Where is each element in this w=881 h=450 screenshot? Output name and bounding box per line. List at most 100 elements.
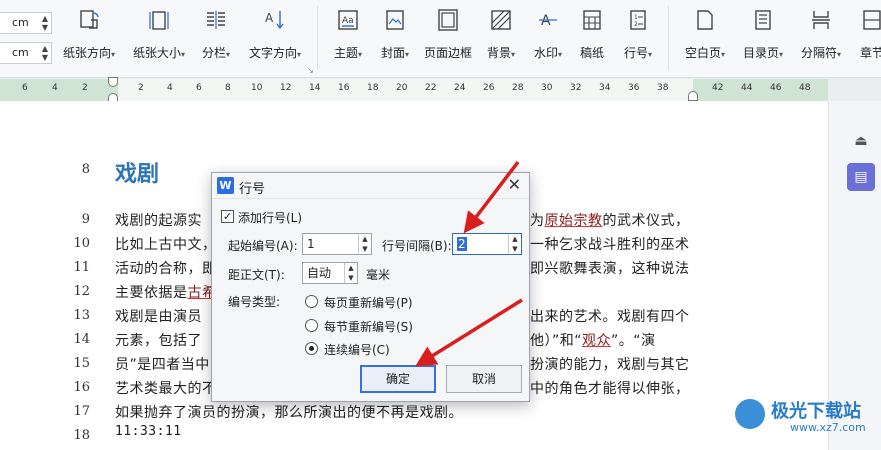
ruler-tick-label: 26 <box>483 83 495 93</box>
line-number: 16 <box>73 380 90 395</box>
svg-text:Aa: Aa <box>342 16 354 26</box>
text-direction-button[interactable]: A 文字方向▾ <box>242 8 308 61</box>
numbering-type-label: 编号类型: <box>228 295 281 309</box>
spinner-icon[interactable]: ▲ ▼ <box>42 14 48 32</box>
start-at-stepper[interactable]: 1 ▲ ▼ <box>302 233 372 255</box>
line-number: 14 <box>73 332 90 347</box>
from-text-unit: 毫米 <box>366 268 391 282</box>
watermark-title: 极光下载站 <box>771 401 861 422</box>
toolbar-divider <box>317 6 318 70</box>
page-orientation-button[interactable]: 纸张方向▾ <box>58 8 120 61</box>
svg-text:A: A <box>541 13 551 29</box>
background-button[interactable]: 背景▾ <box>479 8 523 61</box>
restart-each-section-radio[interactable] <box>305 319 318 332</box>
ruler-tick-label: 44 <box>741 83 753 93</box>
body-line-right[interactable]: 一种乞求战斗胜利的巫术 <box>530 234 690 254</box>
body-line[interactable]: 员”是四者当中 <box>115 354 210 374</box>
document-panel-icon[interactable]: ▤ <box>847 163 875 191</box>
body-line[interactable]: 比如上古中文， <box>115 234 217 254</box>
page-border-icon <box>438 9 458 31</box>
ruler-tick-label: 32 <box>570 83 582 93</box>
ruler-tick-label: 48 <box>799 83 811 93</box>
spinner-icon[interactable]: ▲ ▼ <box>42 44 48 62</box>
toc-page-label: 目录页 <box>742 46 779 60</box>
ruler-tick-label: 36 <box>628 83 640 93</box>
text-direction-icon: A <box>265 11 284 30</box>
columns-button[interactable]: 分栏▾ <box>196 8 236 61</box>
restart-each-page-label: 每页重新编号(P) <box>324 296 413 310</box>
chevron-down-icon: ▾ <box>779 50 784 59</box>
expand-corner-icon[interactable]: ↘ <box>307 66 314 75</box>
watermark-button[interactable]: A 水印▾ <box>526 8 570 61</box>
line-number-button[interactable]: 12 行号▾ <box>616 8 660 61</box>
document-heading[interactable]: 戏剧 <box>115 156 159 188</box>
body-line-right[interactable]: 出来的艺术。戏剧有四个 <box>530 306 690 326</box>
blank-page-icon <box>697 10 713 30</box>
body-line-right[interactable]: 中的角色才能得以伸张， <box>530 378 690 398</box>
line-number-icon: 12 <box>630 10 646 30</box>
margin-unit-bottom[interactable]: cm ▲ ▼ <box>0 42 52 64</box>
body-line[interactable]: 元素，包括了 <box>115 330 202 350</box>
body-line-right[interactable]: 他）”和“观众”。“演 <box>530 330 656 350</box>
first-line-indent-handle[interactable] <box>108 77 118 87</box>
wps-logo-icon: W <box>217 177 234 194</box>
page-size-label: 纸张大小 <box>132 46 181 60</box>
restart-each-page-radio[interactable] <box>305 295 318 308</box>
body-line[interactable]: 戏剧是由演员 <box>115 306 202 326</box>
section-icon <box>863 10 881 30</box>
columns-icon <box>207 11 225 29</box>
add-line-numbers-checkbox[interactable]: ✓ <box>221 210 234 223</box>
cover-button[interactable]: 封面▾ <box>373 8 417 61</box>
chevron-down-icon: ▾ <box>111 50 116 59</box>
body-line-right[interactable]: 为原始宗教的武术仪式， <box>530 210 690 230</box>
body-line[interactable]: 活动的合称，即 <box>115 258 217 278</box>
section-button[interactable]: 章节 <box>852 8 881 61</box>
page-size-button[interactable]: 纸张大小▾ <box>128 8 190 61</box>
ruler-tick-label: 2 <box>138 83 144 93</box>
theme-button[interactable]: Aa 主题▾ <box>326 8 370 61</box>
ruler-tick-label: 34 <box>599 83 611 93</box>
page-border-label: 页面边框 <box>423 46 472 60</box>
toc-page-button[interactable]: 目录页▾ <box>736 8 790 61</box>
line-number-label: 行号 <box>623 46 648 60</box>
line-text: ”。“演 <box>611 333 656 349</box>
section-label: 章节 <box>859 46 881 60</box>
manuscript-button[interactable]: 稿纸 <box>574 8 610 61</box>
line-text: 的武术仪式， <box>602 213 690 229</box>
stepper-arrows-icon[interactable]: ▲ ▼ <box>508 234 521 254</box>
stepper-arrows-icon[interactable]: ▲ ▼ <box>358 234 371 254</box>
line-number: 8 <box>81 162 90 177</box>
body-line[interactable]: 如果抛弃了演员的扮演，那么所演出的便不再是戏剧。 <box>115 402 463 422</box>
line-text: 戏剧的起源实 <box>115 213 202 229</box>
manuscript-label: 稿纸 <box>579 46 604 60</box>
body-line-right[interactable]: 即兴歌舞表演，这种说法 <box>530 258 690 278</box>
separator-button[interactable]: 分隔符▾ <box>794 8 848 61</box>
close-icon[interactable]: ✕ <box>508 175 521 194</box>
body-line[interactable]: 戏剧的起源实 <box>115 210 202 230</box>
chevron-down-icon: ▾ <box>837 50 842 59</box>
continuous-radio[interactable] <box>305 342 318 355</box>
body-line-right[interactable]: 扮演的能力，戏剧与其它 <box>530 354 690 374</box>
ruler-tick-label: 22 <box>425 83 437 93</box>
cancel-button[interactable]: 取消 <box>446 365 522 393</box>
svg-text:1: 1 <box>634 14 638 21</box>
dialog-title: 行号 <box>239 182 266 197</box>
right-indent-handle[interactable] <box>688 91 698 101</box>
dialog-titlebar[interactable]: W 行号 ✕ <box>212 173 529 199</box>
collapse-icon[interactable]: ⏏ <box>847 127 875 155</box>
from-text-stepper[interactable]: 自动 ▲ ▼ <box>302 262 358 284</box>
margin-unit-top[interactable]: cm ▲ ▼ <box>0 12 52 34</box>
blank-page-button[interactable]: 空白页▾ <box>678 8 732 61</box>
spellcheck-word[interactable]: 观众 <box>582 333 611 349</box>
body-line[interactable]: 11:33:11 <box>115 424 182 439</box>
spellcheck-word[interactable]: 原始宗教 <box>545 213 603 229</box>
chevron-down-icon: ▾ <box>648 50 653 59</box>
interval-stepper[interactable]: 2 ▲ ▼ <box>452 233 522 255</box>
page-border-button[interactable]: 页面边框 <box>420 8 476 61</box>
ok-button[interactable]: 确定 <box>360 365 436 393</box>
body-line[interactable]: 主要依据是古希 <box>115 282 217 302</box>
ruler-tick-label: 6 <box>196 83 202 93</box>
body-line[interactable]: 艺术类最大的不 <box>115 378 217 398</box>
stepper-arrows-icon[interactable]: ▲ ▼ <box>344 263 357 283</box>
horizontal-ruler[interactable]: 6 4 2 2 4 6 8 10 12 14 16 18 20 22 24 26… <box>0 77 828 103</box>
